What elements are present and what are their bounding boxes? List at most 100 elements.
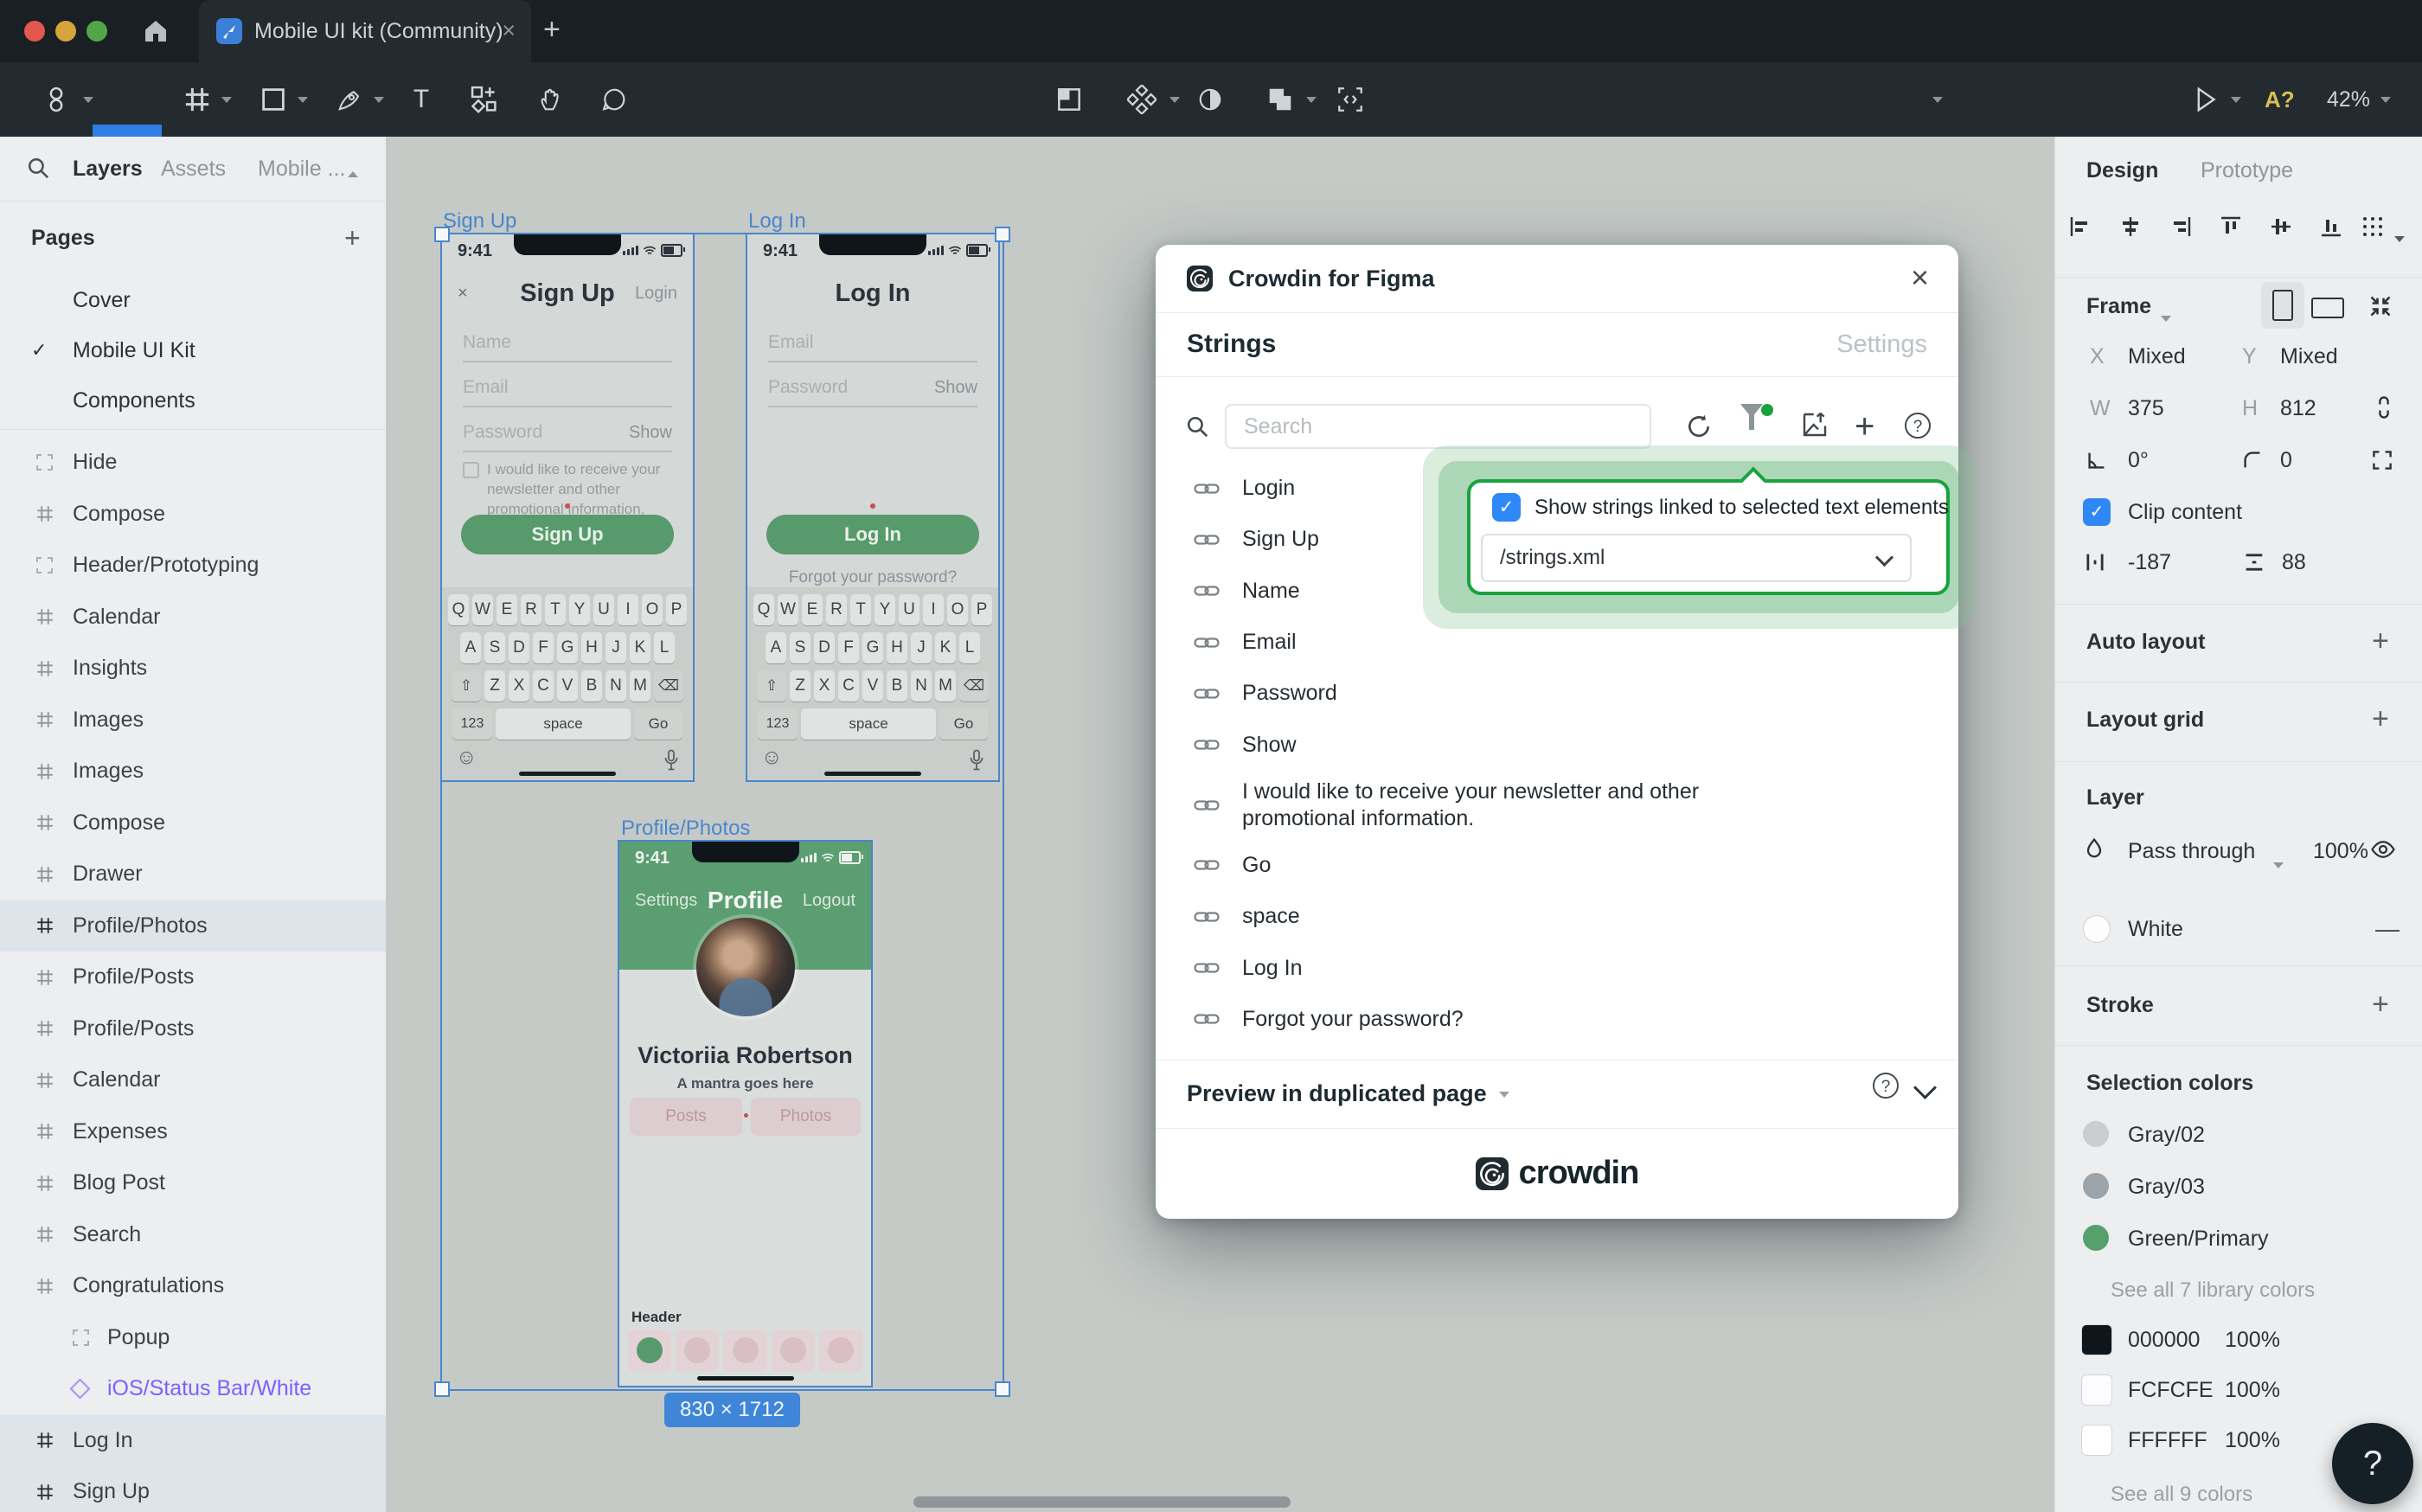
layer-row[interactable]: Profile/Posts	[0, 1003, 386, 1055]
layer-row[interactable]: Drawer	[0, 849, 386, 900]
selection-color-row[interactable]: Green/Primary	[2055, 1213, 2422, 1265]
rotation-value[interactable]: 0°	[2128, 448, 2149, 473]
tidy-up-icon[interactable]	[2361, 215, 2384, 238]
orientation-portrait-button[interactable]	[2261, 282, 2304, 329]
corner-radius-value[interactable]: 0	[2280, 448, 2292, 473]
remove-fill-button[interactable]: —	[2375, 915, 2400, 943]
string-row[interactable]: Forgot your password?	[1156, 994, 1958, 1045]
horizontal-scrollbar[interactable]	[913, 1496, 1291, 1508]
color-swatch[interactable]	[2081, 1425, 2112, 1456]
strings-file-select[interactable]: /strings.xml	[1481, 534, 1912, 582]
string-row[interactable]: space	[1156, 891, 1958, 942]
tab-assets[interactable]: Assets	[161, 137, 226, 201]
layer-row[interactable]: Compose	[0, 798, 386, 849]
tab-settings[interactable]: Settings	[1836, 312, 1927, 376]
selection-color-row[interactable]: Gray/03	[2055, 1161, 2422, 1213]
layer-row[interactable]: Compose	[0, 489, 386, 541]
tab-design[interactable]: Design	[2086, 137, 2158, 204]
hex-color-row[interactable]: FCFCFE 100%	[2055, 1365, 2422, 1415]
layer-row[interactable]: Sign Up	[0, 1466, 386, 1512]
layer-row[interactable]: Profile/Posts	[0, 951, 386, 1003]
collapse-panel-chevron-icon[interactable]	[348, 166, 358, 182]
add-stroke-button[interactable]: +	[2372, 988, 2389, 1022]
selection-handle[interactable]	[434, 227, 450, 242]
tab-strings[interactable]: Strings	[1187, 312, 1276, 376]
present-chevron-icon[interactable]	[2227, 62, 2246, 137]
export-image-icon[interactable]	[1801, 411, 1829, 439]
search-input[interactable]	[1225, 404, 1651, 449]
layer-row[interactable]: Hide	[0, 437, 386, 489]
help-fab-button[interactable]: ?	[2332, 1423, 2413, 1504]
actions-tool-button[interactable]	[460, 62, 509, 137]
blend-mode-chevron-icon[interactable]	[2273, 849, 2284, 875]
add-auto-layout-button[interactable]: +	[2372, 625, 2389, 658]
collapse-section-chevron-icon[interactable]	[1913, 1076, 1937, 1099]
shrink-to-fit-icon[interactable]	[2368, 294, 2393, 318]
h-value[interactable]: 812	[2280, 396, 2316, 421]
home-icon[interactable]	[140, 16, 171, 47]
layer-row[interactable]: Profile/Photos	[0, 900, 386, 952]
refresh-icon[interactable]	[1685, 413, 1713, 440]
add-string-button[interactable]: +	[1855, 409, 1874, 444]
frame-label-login[interactable]: Log In	[748, 209, 806, 234]
close-plugin-icon[interactable]: ×	[1911, 245, 1929, 311]
page-row[interactable]: ✓ Cover	[0, 275, 386, 325]
tab-layers[interactable]: Layers	[73, 137, 143, 201]
color-swatch[interactable]	[2083, 1173, 2109, 1199]
main-menu-icon[interactable]	[35, 62, 78, 137]
x-value[interactable]: Mixed	[2128, 344, 2186, 369]
pen-tool-button[interactable]	[330, 62, 368, 137]
constrain-proportions-icon[interactable]	[2374, 394, 2394, 420]
page-row[interactable]: ✓ Components	[0, 375, 386, 426]
dev-resources-icon[interactable]	[1327, 62, 1374, 137]
search-icon[interactable]	[26, 156, 50, 180]
boolean-chevron-icon[interactable]	[1303, 62, 1320, 137]
orientation-landscape-button[interactable]	[2311, 298, 2344, 318]
align-right-icon[interactable]	[2169, 215, 2192, 238]
mask-icon[interactable]	[1190, 62, 1230, 137]
string-row[interactable]: Password	[1156, 668, 1958, 719]
layer-row[interactable]: Images	[0, 746, 386, 798]
independent-corners-icon[interactable]	[2372, 450, 2393, 471]
string-row[interactable]: Log In	[1156, 942, 1958, 993]
frame-label-signup[interactable]: Sign Up	[443, 209, 516, 234]
comment-tool-button[interactable]	[592, 62, 637, 137]
close-tab-icon[interactable]: ×	[502, 0, 516, 61]
tab-prototype[interactable]: Prototype	[2201, 137, 2293, 204]
align-h-center-icon[interactable]	[2119, 215, 2142, 238]
clip-content-checkbox[interactable]: ✓	[2083, 498, 2111, 526]
add-layout-grid-button[interactable]: +	[2372, 702, 2389, 736]
frame-preset-chevron-icon[interactable]	[2161, 303, 2171, 328]
shape-tool-chevron-icon[interactable]	[294, 62, 311, 137]
missing-fonts-indicator[interactable]: A?	[2265, 62, 2295, 137]
show-linked-strings-checkbox[interactable]: ✓	[1492, 493, 1521, 522]
add-page-button[interactable]: +	[344, 216, 361, 259]
boolean-groups-icon[interactable]	[1259, 62, 1301, 137]
pen-tool-chevron-icon[interactable]	[370, 62, 388, 137]
color-swatch[interactable]	[2081, 1374, 2112, 1406]
selection-handle[interactable]	[434, 1381, 450, 1397]
color-swatch[interactable]	[2081, 1324, 2112, 1355]
frame-tool-button[interactable]	[178, 62, 216, 137]
selection-handle[interactable]	[995, 227, 1010, 242]
blend-mode-icon[interactable]	[2083, 837, 2105, 862]
layer-row[interactable]: iOS/Status Bar/White	[0, 1363, 386, 1415]
present-play-icon[interactable]	[2188, 62, 2223, 137]
selection-color-row[interactable]: Gray/02	[2055, 1109, 2422, 1161]
components-icon[interactable]	[1119, 62, 1164, 137]
close-window-button[interactable]	[24, 21, 45, 42]
text-tool-button[interactable]: T	[401, 62, 441, 137]
align-top-icon[interactable]	[2220, 215, 2242, 238]
insert-panel-icon[interactable]	[1048, 62, 1090, 137]
blend-mode-value[interactable]: Pass through	[2128, 839, 2255, 864]
layer-row[interactable]: Expenses	[0, 1106, 386, 1158]
layer-row[interactable]: Blog Post	[0, 1157, 386, 1209]
selection-handle[interactable]	[995, 1381, 1010, 1397]
fill-swatch[interactable]	[2083, 915, 2111, 943]
string-row[interactable]: I would like to receive your newsletter …	[1156, 771, 1958, 840]
see-all-colors-link[interactable]: See all 9 colors	[2111, 1483, 2252, 1507]
page-row[interactable]: ✓ Mobile UI Kit	[0, 325, 386, 375]
see-all-library-colors-link[interactable]: See all 7 library colors	[2111, 1278, 2315, 1303]
zoom-window-button[interactable]	[86, 21, 107, 42]
y-value[interactable]: Mixed	[2280, 344, 2338, 369]
